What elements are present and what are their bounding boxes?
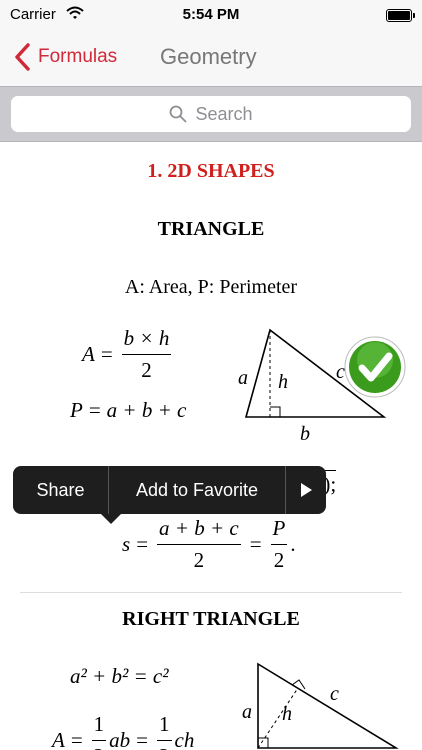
menu-pointer — [101, 514, 121, 524]
right-triangle-diagram: a h c — [242, 662, 399, 749]
battery-icon — [386, 9, 415, 22]
rt-area-fraction-2: 1 2 — [157, 712, 172, 750]
triangle-area-formula: A = b × h 2 — [82, 326, 172, 383]
share-label: Share — [36, 479, 85, 500]
side-b-label: b — [300, 423, 310, 442]
more-menu-button[interactable] — [286, 466, 326, 514]
rt-frac2-num: 1 — [157, 712, 172, 741]
area-symbol: A — [82, 342, 95, 366]
triangle-perimeter-formula: P = a + b + c — [70, 398, 187, 422]
back-button[interactable]: Formulas — [12, 42, 117, 72]
search-placeholder: Search — [195, 103, 253, 124]
rt-side-c-label: c — [330, 683, 339, 705]
rt-side-a-label: a — [242, 701, 252, 723]
right-triangle-area-formula: A = 1 2 ab = 1 2 ch — [52, 712, 194, 750]
formula-content: 1. 2D SHAPES TRIANGLE A: Area, P: Perime… — [0, 142, 422, 750]
s-numerator: a + b + c — [157, 516, 241, 545]
pythagorean-formula: a² + b² = c² — [70, 664, 169, 689]
navigation-bar: Formulas Geometry — [0, 30, 422, 86]
area-denominator: 2 — [141, 358, 152, 382]
check-badge-icon[interactable] — [344, 336, 406, 398]
rt-area-ab: ab — [109, 728, 131, 750]
rt-height-label: h — [282, 703, 292, 725]
play-arrow-icon — [300, 483, 312, 497]
rt-area-ch: ch — [174, 728, 195, 750]
height-label: h — [278, 371, 288, 393]
s-numerator-2: P — [270, 516, 288, 545]
triangle-legend: A: Area, P: Perimeter — [124, 276, 298, 298]
side-a-label: a — [238, 367, 248, 389]
search-input[interactable]: Search — [11, 96, 411, 132]
page-title: Geometry — [160, 44, 257, 69]
back-label: Formulas — [38, 46, 118, 67]
s-denominator-2: 2 — [273, 548, 285, 572]
search-icon — [170, 105, 187, 123]
section-divider — [20, 592, 402, 593]
right-triangle-heading: RIGHT TRIANGLE — [122, 608, 300, 630]
rt-frac2-den: 2 — [159, 741, 170, 750]
share-menu-item[interactable]: Share — [13, 466, 108, 514]
context-menu: Share Add to Favorite — [13, 466, 326, 524]
triangle-heading: TRIANGLE — [157, 218, 265, 240]
rt-area-symbol: A — [52, 728, 65, 750]
add-to-favorite-label: Add to Favorite — [135, 479, 259, 500]
rt-area-fraction: 1 2 — [91, 712, 107, 750]
area-numerator: b × h — [121, 326, 172, 355]
rt-frac-den: 2 — [94, 741, 105, 750]
s-denominator: 2 — [193, 548, 205, 572]
perimeter-symbol: P — [70, 398, 83, 422]
s-period: . — [290, 532, 296, 556]
chevron-left-icon — [15, 43, 30, 71]
semiperimeter-formula: s = a + b + c 2 = P 2 . — [122, 516, 296, 573]
add-to-favorite-menu-item[interactable]: Add to Favorite — [109, 466, 285, 514]
s-fraction-2: P 2 — [270, 516, 288, 573]
section-title: 1. 2D SHAPES — [147, 160, 275, 182]
status-bar: Carrier 5:54 PM — [0, 0, 422, 30]
s-fraction: a + b + c 2 — [157, 516, 241, 573]
search-bar: Search — [0, 86, 422, 142]
perimeter-expression: a + b + c — [106, 398, 187, 422]
rt-frac-num: 1 — [91, 712, 107, 741]
clock: 5:54 PM — [182, 6, 240, 23]
pythagorean-text: a² + b² = c² — [70, 664, 169, 688]
s-symbol: s — [122, 532, 131, 556]
area-fraction: b × h 2 — [121, 326, 172, 383]
